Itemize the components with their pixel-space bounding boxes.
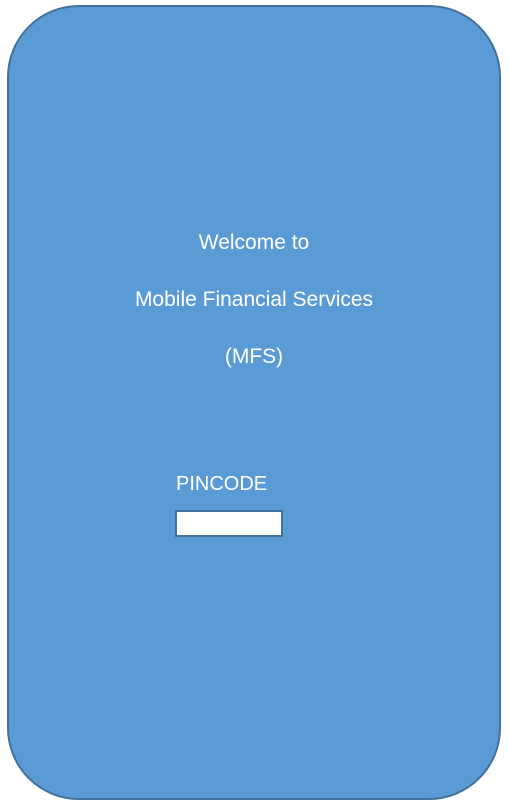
app-name: Mobile Financial Services <box>134 288 374 311</box>
app-abbreviation: (MFS) <box>224 345 284 368</box>
pincode-input[interactable] <box>175 510 283 537</box>
welcome-line-1: Welcome to <box>198 231 310 254</box>
app-screen: Welcome to Mobile Financial Services (MF… <box>7 5 501 800</box>
welcome-message: Welcome to Mobile Financial Services (MF… <box>9 232 499 403</box>
pincode-label: PINCODE <box>176 473 268 495</box>
